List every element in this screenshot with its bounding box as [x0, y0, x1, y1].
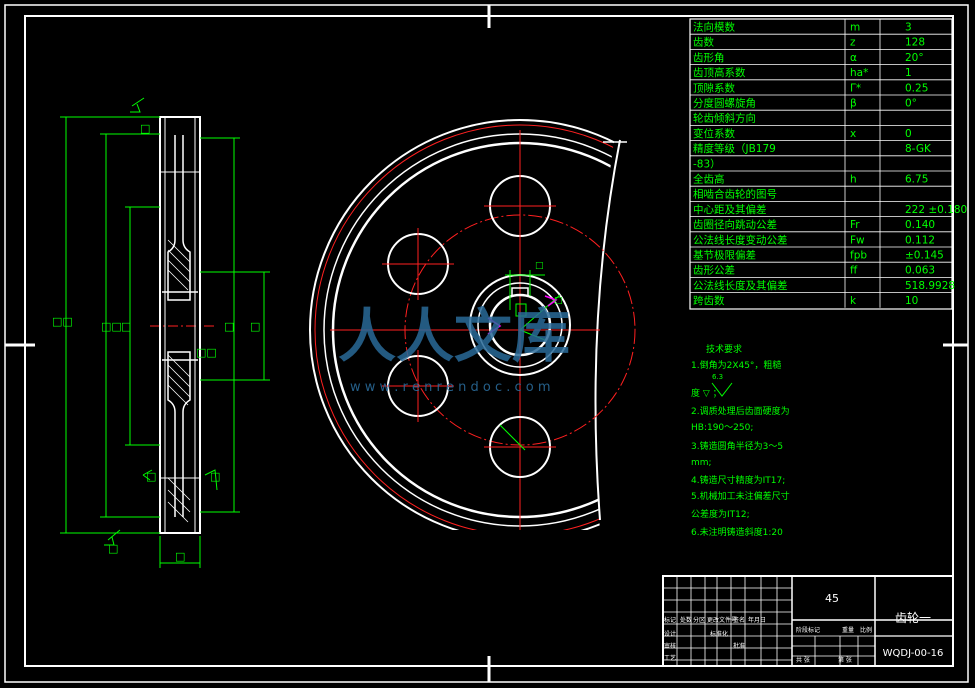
param-name: 公法线长度及其偏差: [693, 279, 788, 292]
title-block-label: 共 张: [796, 656, 810, 664]
section-dim-labels: □□ □□ □ □ □ □ □ □□ □ □ □: [52, 122, 260, 563]
svg-text:□: □: [210, 470, 220, 483]
tech-line: HB:190～250;: [691, 423, 753, 433]
tech-heading: 技术要求: [706, 343, 742, 355]
param-value: 20°: [905, 52, 924, 64]
title-block-label: 分区: [693, 616, 705, 624]
tech-line: 1.倒角为2X45°，粗糙: [691, 359, 781, 371]
tech-line: 公差度为IT12;: [691, 508, 750, 520]
svg-text:□: □: [146, 470, 156, 483]
param-value: 0: [905, 128, 912, 140]
title-block-label: 审核: [664, 642, 676, 650]
param-value: 3: [905, 22, 912, 34]
title-block-label: 标准化: [710, 630, 728, 638]
param-symbol: Fr: [850, 219, 860, 231]
param-name: 顶隙系数: [693, 81, 735, 94]
param-name: 变位系数: [693, 127, 735, 140]
param-value: 0.112: [905, 234, 935, 246]
param-value: 222 ±0.180: [905, 204, 967, 216]
parameter-table: 法向模数 m 3 齿数 z 128 齿形角 α 20° 齿顶高系数 ha* 1 顶隙系数 Γ* 0.25 分度…: [689, 18, 967, 310]
title-block-label: 批准: [733, 642, 745, 650]
param-name: 法向模数: [693, 21, 735, 34]
tech-line: 6.未注明铸造斜度1:20: [691, 526, 783, 538]
param-name: 齿数: [693, 36, 714, 49]
tech-line: 2.调质处理后齿面硬度为: [691, 405, 790, 417]
svg-text:□□: □□: [101, 320, 122, 333]
param-symbol: h: [850, 174, 857, 186]
title-block-label: 年月日: [748, 616, 766, 624]
param-value: 10: [905, 295, 918, 307]
watermark-url: w w w . r e n r e n d o c . c o m: [350, 380, 551, 395]
param-symbol: fpb: [850, 250, 867, 262]
param-name: 精度等级（JB179: [693, 142, 776, 155]
param-symbol: Γ*: [850, 82, 861, 94]
svg-text:□: □: [121, 320, 131, 333]
svg-text:□: □: [535, 261, 544, 271]
svg-text:□: □: [175, 550, 185, 563]
param-symbol: k: [850, 295, 857, 307]
param-name: 齿形角: [693, 52, 725, 64]
param-value: 0.140: [905, 219, 935, 231]
param-name: -83）: [693, 158, 721, 170]
param-symbol: Fw: [850, 234, 865, 246]
param-name: 分度圆螺旋角: [693, 97, 756, 110]
svg-text:□□: □□: [52, 315, 73, 328]
param-name: 公法线长度变动公差: [693, 233, 788, 246]
param-value: 1: [905, 67, 912, 79]
param-symbol: m: [850, 22, 860, 34]
param-value: ±0.145: [905, 250, 944, 262]
param-value: 6.75: [905, 174, 928, 186]
param-name: 跨齿数: [693, 294, 725, 307]
title-block-label: 处数: [680, 616, 692, 624]
drawing-number: WQDJ-00-16: [883, 648, 944, 659]
param-symbol: ff: [850, 265, 858, 277]
svg-text:□: □: [140, 122, 150, 135]
title-block-label: 重量: [842, 626, 854, 634]
param-value: 0°: [905, 98, 917, 110]
param-value: 8-GK: [905, 143, 932, 155]
svg-text:□: □: [224, 320, 234, 333]
title-block-label: 签名: [733, 616, 745, 624]
param-name: 齿顶高系数: [693, 66, 746, 79]
title-block-label: 工艺: [664, 654, 676, 662]
param-symbol: ha*: [850, 67, 868, 79]
param-name: 相啮合齿轮的图号: [693, 188, 777, 201]
tech-line: 4.铸造尺寸精度为IT17;: [691, 474, 785, 486]
param-value: 0.063: [905, 265, 935, 277]
tech-line: mm;: [691, 458, 712, 468]
param-name: 齿形公差: [693, 264, 735, 277]
watermark-brand: 人人文库: [338, 302, 570, 370]
param-symbol: x: [850, 128, 856, 140]
roughness-value: 6.3: [712, 373, 723, 381]
drawing-canvas[interactable]: 法向模数 m 3 齿数 z 128 齿形角 α 20° 齿顶高系数 ha* 1 顶隙系数 Γ* 0.25 分度…: [0, 0, 975, 688]
part-name: 齿轮一: [895, 611, 931, 625]
tech-line: 3.铸造圆角半径为3～5: [691, 440, 783, 452]
param-name: 中心距及其偏差: [693, 203, 767, 216]
title-block: 45 齿轮一 WQDJ-00-16 标记 处数 分区 更改文件号签名 年月日设计 标准化审…: [662, 575, 954, 667]
title-block-label: 第 张: [838, 656, 852, 664]
param-name: 齿圈径向跳动公差: [693, 218, 777, 231]
param-value: 0.25: [905, 82, 928, 94]
param-symbol: α: [850, 52, 857, 64]
param-symbol: z: [850, 37, 856, 49]
param-name: 基节极限偏差: [693, 249, 756, 262]
material-value: 45: [825, 592, 839, 605]
title-block-label: 比例: [860, 626, 872, 634]
svg-text:□: □: [250, 320, 260, 333]
param-name: 轮齿倾斜方向: [693, 112, 756, 125]
tech-line: 5.机械加工未注偏差尺寸: [691, 490, 790, 502]
param-symbol: β: [850, 98, 857, 110]
section-view: [150, 116, 215, 534]
title-block-label: 阶段标记: [796, 626, 820, 634]
param-name: 全齿高: [693, 173, 725, 186]
svg-text:□: □: [108, 542, 118, 555]
svg-text:□□: □□: [196, 346, 217, 359]
title-block-label: 设计: [664, 630, 676, 638]
watermark: 人人文库 w w w . r e n r e n d o c . c o m: [338, 302, 570, 395]
param-value: 518.9928: [905, 280, 955, 292]
technical-requirements: 技术要求 1.倒角为2X45°，粗糙度 ▽ ；2.调质处理后齿面硬度为 HB:1…: [691, 343, 790, 538]
param-value: 128: [905, 37, 925, 49]
title-block-label: 标记: [664, 616, 676, 624]
